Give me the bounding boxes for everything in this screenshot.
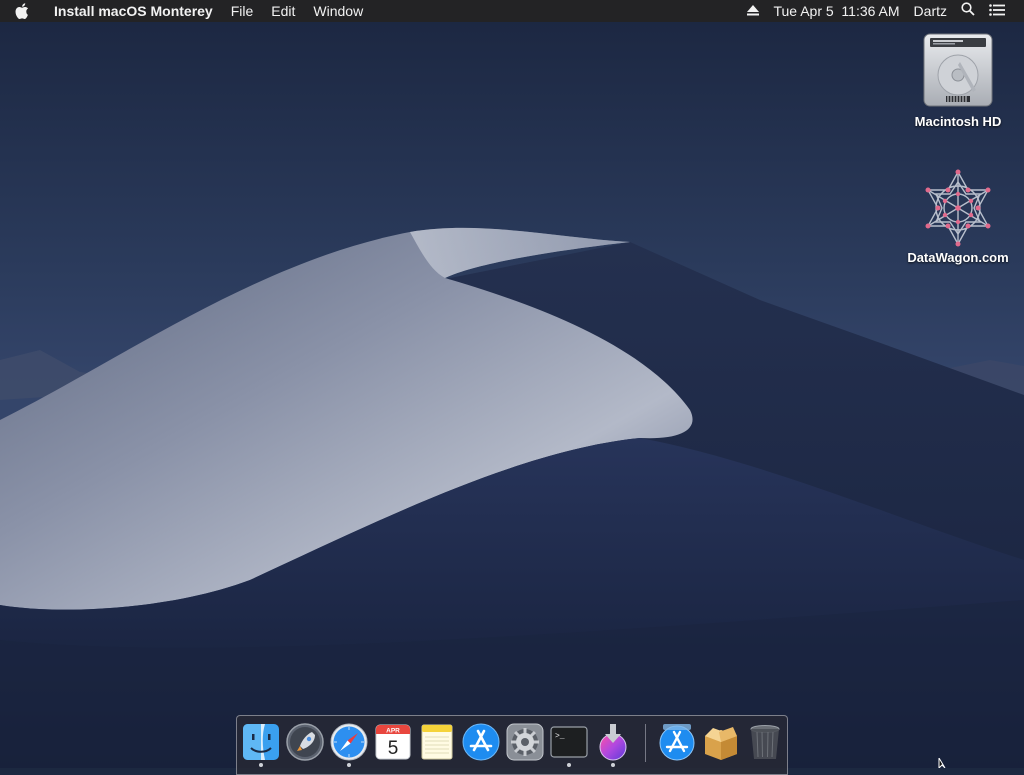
dock-item-notes[interactable] bbox=[417, 722, 457, 762]
desktop-icon-datawagon[interactable]: DataWagon.com bbox=[903, 168, 1013, 265]
apple-logo-icon bbox=[15, 3, 28, 19]
running-indicator bbox=[347, 763, 351, 767]
list-icon bbox=[989, 4, 1005, 16]
package-icon bbox=[705, 727, 737, 760]
dock-item-install-macos[interactable] bbox=[593, 722, 633, 762]
dock: APR 5 >_ bbox=[236, 715, 788, 775]
terminal-prompt: >_ bbox=[555, 732, 565, 741]
desktop-icon-label: Macintosh HD bbox=[914, 114, 1002, 129]
hard-drive-icon bbox=[923, 33, 993, 107]
dock-item-safari[interactable] bbox=[329, 722, 369, 762]
eject-icon bbox=[747, 5, 760, 16]
spotlight-button[interactable] bbox=[954, 0, 982, 22]
datawagon-logo-icon bbox=[925, 169, 991, 247]
menu-window[interactable]: Window bbox=[304, 0, 372, 22]
menu-file[interactable]: File bbox=[222, 0, 263, 22]
app-menu[interactable]: Install macOS Monterey bbox=[44, 0, 222, 22]
dock-item-terminal[interactable]: >_ bbox=[549, 722, 589, 762]
app-store-icon bbox=[462, 723, 500, 761]
dock-separator bbox=[645, 724, 646, 762]
user-menu[interactable]: Dartz bbox=[907, 0, 954, 22]
rocket-icon bbox=[286, 723, 324, 761]
desktop-wallpaper bbox=[0, 0, 1024, 768]
dock-item-package[interactable] bbox=[701, 722, 741, 762]
menu-bar-status: Tue Apr 5 11:36 AM Dartz bbox=[740, 0, 1024, 22]
calendar-month: APR bbox=[386, 728, 400, 735]
dock-item-app-store[interactable] bbox=[461, 722, 501, 762]
dock-item-finder[interactable] bbox=[241, 722, 281, 762]
dock-item-calendar[interactable]: APR 5 bbox=[373, 722, 413, 762]
app-store-folder-icon bbox=[659, 724, 695, 761]
notes-icon bbox=[421, 724, 453, 760]
menu-bar-left: Install macOS Monterey File Edit Window bbox=[0, 0, 372, 22]
mouse-cursor-icon bbox=[938, 758, 946, 768]
clock[interactable]: Tue Apr 5 11:36 AM bbox=[766, 0, 906, 22]
search-icon bbox=[961, 2, 975, 16]
trash-icon bbox=[750, 725, 780, 759]
installer-icon bbox=[599, 724, 627, 761]
desktop-icon-macintosh-hd[interactable]: Macintosh HD bbox=[903, 32, 1013, 129]
dock-item-trash[interactable] bbox=[745, 722, 785, 762]
running-indicator bbox=[611, 763, 615, 767]
terminal-icon: >_ bbox=[550, 726, 588, 758]
desktop-icon-label: DataWagon.com bbox=[907, 250, 1009, 265]
running-indicator bbox=[567, 763, 571, 767]
menu-edit[interactable]: Edit bbox=[262, 0, 304, 22]
finder-icon bbox=[243, 724, 279, 760]
notification-center-button[interactable] bbox=[982, 0, 1012, 22]
dock-item-app-store-download[interactable] bbox=[657, 722, 697, 762]
dock-item-launchpad[interactable] bbox=[285, 722, 325, 762]
gear-icon bbox=[506, 723, 544, 761]
calendar-day: 5 bbox=[388, 738, 399, 759]
dock-item-system-preferences[interactable] bbox=[505, 722, 545, 762]
calendar-icon: APR 5 bbox=[375, 724, 411, 760]
compass-icon bbox=[330, 723, 368, 761]
menu-bar: Install macOS Monterey File Edit Window … bbox=[0, 0, 1024, 22]
running-indicator bbox=[259, 763, 263, 767]
eject-menu[interactable] bbox=[740, 0, 766, 22]
apple-menu[interactable] bbox=[0, 3, 44, 19]
